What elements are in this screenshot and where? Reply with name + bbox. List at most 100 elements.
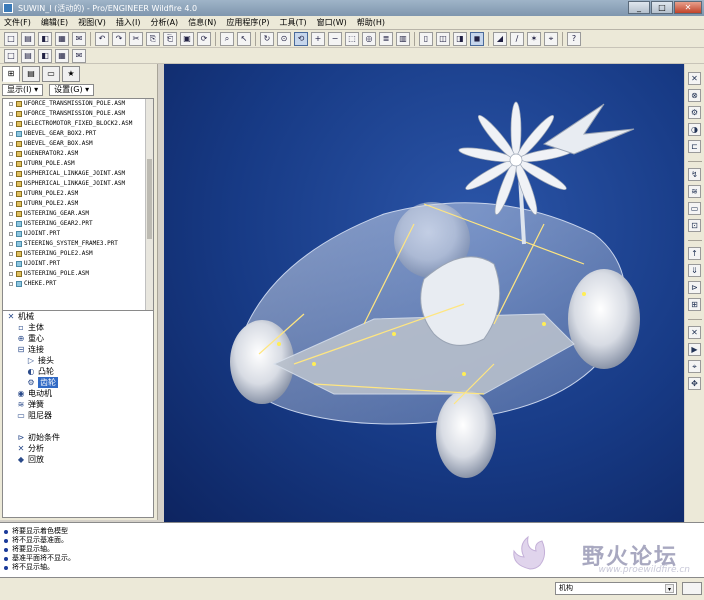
spring-icon[interactable]: ≋ [688, 185, 701, 198]
mechanism-tree-item[interactable]: ◆ 回放 [3, 454, 153, 465]
minimize-button[interactable]: _ [628, 1, 650, 14]
view-manager-icon[interactable]: ▥ [396, 31, 410, 46]
copy-icon[interactable]: ⎘ [146, 31, 160, 46]
mechanism-tree-item[interactable] [3, 421, 153, 432]
maximize-button[interactable]: □ [651, 1, 673, 14]
wireframe-icon[interactable]: ▯ [419, 31, 433, 46]
repaint-icon[interactable]: ↻ [260, 31, 274, 46]
tree-row[interactable]: UJOINT.PRT [3, 259, 153, 269]
zoom-in-icon[interactable]: + [311, 31, 325, 46]
menu-item-4[interactable]: 分析(A) [150, 17, 178, 28]
tree-row[interactable]: USTEERING_GEAR2.PRT [3, 219, 153, 229]
show-dropdown[interactable]: 显示(I) ▾ [2, 84, 44, 96]
force-motor-icon[interactable]: ↯ [688, 168, 701, 181]
tree-row[interactable]: UFORCE_TRANSMISSION_POLE.ASM [3, 109, 153, 119]
folder-tab[interactable]: ▭ [42, 66, 60, 82]
hidden-line-icon[interactable]: ◫ [436, 31, 450, 46]
layers-icon[interactable]: ≣ [379, 31, 393, 46]
menu-item-1[interactable]: 编辑(E) [41, 17, 68, 28]
bushing-icon[interactable]: ⊡ [688, 219, 701, 232]
expand-node-icon[interactable] [9, 172, 13, 176]
expand-node-icon[interactable] [9, 252, 13, 256]
select-icon[interactable]: ↖ [237, 31, 251, 46]
datum-plane-icon[interactable]: ◢ [493, 31, 507, 46]
save-icon[interactable]: ◧ [38, 31, 52, 46]
tree-row[interactable]: UFORCE_TRANSMISSION_POLE.ASM [3, 99, 153, 109]
scrollbar-thumb[interactable] [147, 159, 152, 239]
menu-item-0[interactable]: 文件(F) [4, 17, 31, 28]
orient-icon[interactable]: ⊙ [277, 31, 291, 46]
menu-item-5[interactable]: 信息(N) [188, 17, 216, 28]
force-torque-icon[interactable]: ↑ [688, 247, 701, 260]
expand-node-icon[interactable] [9, 222, 13, 226]
paste-special-icon[interactable]: ▣ [180, 31, 194, 46]
expand-node-icon[interactable] [9, 232, 13, 236]
new-icon[interactable]: □ [4, 31, 18, 46]
model-tree-scrollbar[interactable] [145, 99, 153, 339]
expand-node-icon[interactable] [9, 242, 13, 246]
connection-icon[interactable]: ⊗ [688, 89, 701, 102]
settings-dropdown[interactable]: 设置(G) ▾ [49, 84, 95, 96]
model-tree-tab[interactable]: ⊞ [2, 66, 20, 82]
shading-icon[interactable]: ◼ [470, 31, 484, 46]
regenerate-icon[interactable]: ⟳ [197, 31, 211, 46]
zoom-out-icon[interactable]: − [328, 31, 342, 46]
datum-axis-icon[interactable]: ∕ [510, 31, 524, 46]
expand-node-icon[interactable] [9, 102, 13, 106]
expand-node-icon[interactable] [9, 192, 13, 196]
plane-icon[interactable]: ▤ [21, 48, 35, 63]
damper-icon[interactable]: ▭ [688, 202, 701, 215]
paste-icon[interactable]: ⎗ [163, 31, 177, 46]
mechanism-tree-item[interactable]: ⊟ 连接 [3, 344, 153, 355]
tree-row[interactable]: USTEERING_POLE2.ASM [3, 249, 153, 259]
mechanism-tree-item[interactable]: ⊳ 初始条件 [3, 432, 153, 443]
curve-icon[interactable]: ▦ [55, 48, 69, 63]
analysis-icon[interactable]: ✕ [688, 326, 701, 339]
menu-item-3[interactable]: 插入(I) [116, 17, 141, 28]
sketch-icon[interactable]: □ [4, 48, 18, 63]
gear-pair-icon[interactable]: ⚙ [688, 106, 701, 119]
expand-node-icon[interactable] [9, 212, 13, 216]
initial-condition-icon[interactable]: ⊳ [688, 281, 701, 294]
find-icon[interactable]: ⌕ [220, 31, 234, 46]
tree-row[interactable]: UBEVEL_GEAR_BOX.ASM [3, 139, 153, 149]
menu-item-8[interactable]: 窗口(W) [317, 17, 347, 28]
axis-icon[interactable]: ◧ [38, 48, 52, 63]
tree-row[interactable]: STEERING_SYSTEM_FRAME3.PRT [3, 239, 153, 249]
mechanism-tree-item[interactable]: ✕ 分析 [3, 443, 153, 454]
tree-row[interactable]: UGENERATOR2.ASM [3, 149, 153, 159]
chevron-down-icon[interactable]: ▾ [665, 584, 674, 593]
favorites-tab[interactable]: ★ [62, 66, 80, 82]
mechanism-tree-item[interactable]: ◉ 电动机 [3, 388, 153, 399]
expand-node-icon[interactable] [9, 132, 13, 136]
csys-icon[interactable]: ⌖ [544, 31, 558, 46]
expand-node-icon[interactable] [9, 262, 13, 266]
refit-icon[interactable]: ⬚ [345, 31, 359, 46]
menu-item-2[interactable]: 视图(V) [78, 17, 106, 28]
context-help-icon[interactable]: ? [567, 31, 581, 46]
tree-row[interactable]: USTEERING_GEAR.ASM [3, 209, 153, 219]
email-icon[interactable]: ✉ [72, 31, 86, 46]
tree-row[interactable]: USTEERING_POLE.ASM [3, 269, 153, 279]
open-icon[interactable]: ▤ [21, 31, 35, 46]
print-icon[interactable]: ▦ [55, 31, 69, 46]
servo-motor-icon[interactable]: ✕ [688, 72, 701, 85]
mechanism-tree-item[interactable]: ⚙ 齿轮 [3, 377, 153, 388]
expand-node-icon[interactable] [9, 182, 13, 186]
no-hidden-icon[interactable]: ◨ [453, 31, 467, 46]
tree-row[interactable]: USPHERICAL_LINKAGE_JOINT.ASM [3, 179, 153, 189]
cut-icon[interactable]: ✂ [129, 31, 143, 46]
gravity-icon[interactable]: ⇓ [688, 264, 701, 277]
expand-node-icon[interactable] [9, 142, 13, 146]
mechanism-tree-item[interactable]: ▷ 接头 [3, 355, 153, 366]
undo-icon[interactable]: ↶ [95, 31, 109, 46]
expand-node-icon[interactable] [9, 152, 13, 156]
datum-point-icon[interactable]: ✶ [527, 31, 541, 46]
mass-props-icon[interactable]: ⊞ [688, 298, 701, 311]
tree-row[interactable]: UTURN_POLE2.ASM [3, 199, 153, 209]
menu-item-9[interactable]: 帮助(H) [357, 17, 385, 28]
mechanism-tree-item[interactable]: ✕ 机械 [3, 311, 153, 322]
named-view-icon[interactable]: ◎ [362, 31, 376, 46]
tree-row[interactable]: UBEVEL_GEAR_BOX2.PRT [3, 129, 153, 139]
mechanism-tree-item[interactable]: ▫ 主体 [3, 322, 153, 333]
